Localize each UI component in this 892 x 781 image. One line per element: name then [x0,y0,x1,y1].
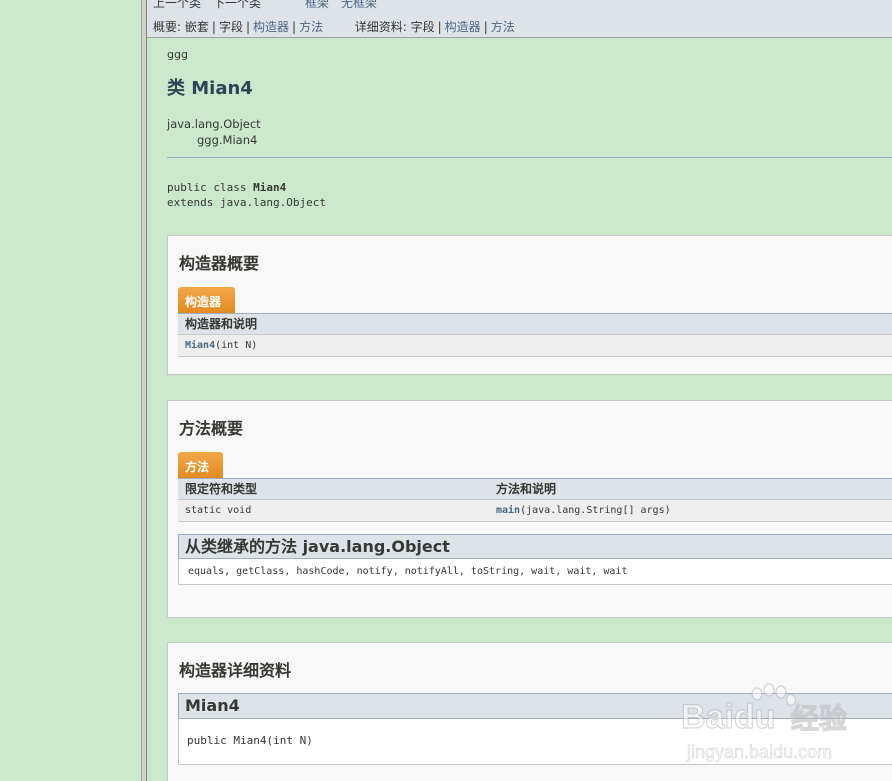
frames-link[interactable]: 框架 [305,0,329,10]
summary-nested: 嵌套 [184,20,209,34]
detail-constructor-link[interactable]: 构造器 [445,20,481,34]
constructor-detail-signature: public Mian4(int N) [178,719,892,765]
declared-class-name: Mian4 [253,181,287,194]
constructor-detail-heading: 构造器详细资料 [179,661,292,680]
summary-label: 概要: [153,20,182,34]
method-summary-heading: 方法概要 [179,419,244,438]
constructor-summary-heading: 构造器概要 [179,254,260,273]
package-label: ggg [167,48,188,61]
constructor-summary-section: 构造器概要 构造器 构造器和说明 Mian4(int N) [167,235,892,375]
left-frame-pane [0,0,141,781]
table-row: static void main(java.lang.String[] args… [178,500,892,522]
method-link[interactable]: main [496,505,520,516]
constructor-summary-tab: 构造器 [178,287,236,313]
class-title: 类 Mian4 [167,78,253,99]
prev-class-link[interactable]: 上一个类 [153,0,201,10]
no-frames-link[interactable]: 无框架 [341,0,377,10]
detail-method-link[interactable]: 方法 [491,20,515,34]
sub-navigation-bar: 上一个类 下一个类 框架 无框架 概要: 嵌套 | 字段 | 构造器 | 方法 详细资料: 字段 |… [147,0,892,38]
detail-label: 详细资料: [354,20,407,34]
class-declaration: public class Mian4 extends java.lang.Obj… [167,181,326,209]
method-summary-tab: 方法 [178,452,224,478]
nav-row-top: 上一个类 下一个类 框架 无框架 [153,0,389,11]
constructor-link[interactable]: Mian4 [185,340,215,351]
table-row: Mian4(int N) [178,335,892,357]
inheritance-parent: java.lang.Object [167,117,261,131]
constructor-detail-section: 构造器详细资料 Mian4 public Mian4(int N) [167,642,892,781]
inheritance-tree: java.lang.Object ggg.Mian4 [167,116,261,148]
detail-field: 字段 [410,20,435,34]
inheritance-child: ggg.Mian4 [197,133,258,147]
inherited-methods-list: equals, getClass, hashCode, notify, noti… [178,559,892,585]
constructor-detail-name: Mian4 [178,693,892,719]
method-table-header: 限定符和类型 方法和说明 [178,478,892,500]
summary-method-link[interactable]: 方法 [299,20,323,34]
inherited-methods-heading: 从类继承的方法 java.lang.Object [178,534,892,559]
header-divider [167,157,892,158]
method-modifier: static void [185,505,252,516]
method-summary-section: 方法概要 方法 限定符和类型 方法和说明 static void main(ja… [167,400,892,618]
summary-constructor-link[interactable]: 构造器 [253,20,289,34]
next-class-link[interactable]: 下一个类 [213,0,261,10]
class-header: ggg 类 Mian4 [167,48,253,99]
summary-field: 字段 [218,20,243,34]
constructor-table-header: 构造器和说明 [178,313,892,335]
nav-row-summary-detail: 概要: 嵌套 | 字段 | 构造器 | 方法 详细资料: 字段 | 构造器 | 方法 [153,20,515,34]
class-doc-frame: 上一个类 下一个类 框架 无框架 概要: 嵌套 | 字段 | 构造器 | 方法 详细资料: 字段 |… [147,0,892,781]
